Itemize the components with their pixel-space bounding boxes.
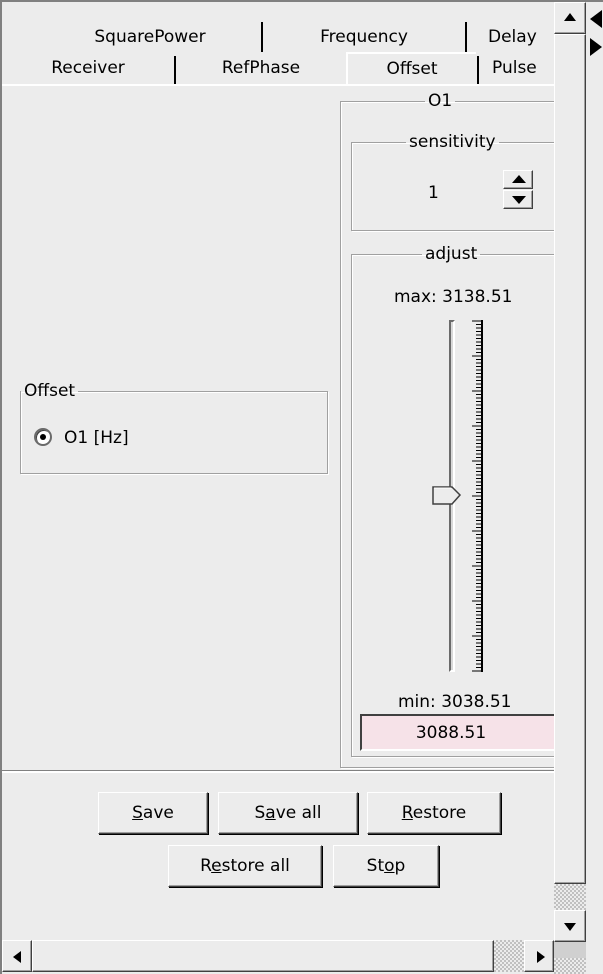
- vertical-scrollbar[interactable]: [554, 2, 586, 958]
- min-readout: min: 3038.51: [398, 692, 512, 712]
- scroll-up-button[interactable]: [554, 2, 586, 34]
- spin-up-icon: [512, 175, 526, 183]
- spin-down-icon: [512, 196, 526, 204]
- sensitivity-group: sensitivity: [351, 133, 571, 231]
- min-value: 3038.51: [441, 692, 512, 712]
- panel-collapse-arrows[interactable]: [590, 6, 603, 66]
- tab-separator: [477, 56, 479, 84]
- scrollbar-corner: [554, 958, 586, 974]
- tab-refphase[interactable]: RefPhase: [178, 52, 344, 84]
- stop-button[interactable]: Stop: [333, 845, 439, 887]
- arrow-up-icon: [564, 13, 576, 21]
- vertical-scroll-trough[interactable]: [554, 884, 586, 910]
- slider-ticks: [472, 320, 483, 672]
- o1-group-title: O1: [428, 91, 453, 111]
- restore-button-label: Restore: [401, 803, 467, 823]
- save-button-label: Save: [132, 803, 174, 823]
- save-all-button[interactable]: Save all: [218, 792, 358, 834]
- arrow-down-icon: [564, 923, 576, 931]
- min-label: min:: [398, 692, 436, 712]
- save-all-button-label: Save all: [254, 803, 322, 823]
- adjust-group-title: adjust: [425, 244, 478, 264]
- horizontal-scrollbar[interactable]: [2, 940, 554, 972]
- tab-separator: [174, 56, 176, 84]
- horizontal-scroll-thumb[interactable]: [32, 940, 494, 972]
- restore-all-button[interactable]: Restore all: [168, 845, 322, 887]
- vertical-scroll-thumb[interactable]: [554, 34, 586, 884]
- tab-receiver[interactable]: Receiver: [4, 52, 172, 84]
- tab-delay[interactable]: Delay: [480, 20, 554, 54]
- save-button[interactable]: Save: [98, 792, 208, 834]
- restore-button[interactable]: Restore: [367, 792, 501, 834]
- spin-up-button[interactable]: [503, 170, 533, 189]
- arrow-left-icon: [13, 951, 21, 963]
- max-value: 3138.51: [442, 287, 513, 307]
- collapse-right-icon: [590, 38, 602, 56]
- tab-squarepower[interactable]: SquarePower: [40, 20, 260, 54]
- spin-down-button[interactable]: [503, 190, 533, 209]
- restore-all-button-label: Restore all: [200, 856, 290, 876]
- sensitivity-value: 1: [428, 183, 439, 203]
- tab-separator: [465, 22, 467, 52]
- window-top-border: [0, 0, 603, 2]
- scroll-down-button[interactable]: [554, 910, 586, 942]
- arrow-right-icon: [537, 951, 545, 963]
- horizontal-scroll-trough[interactable]: [494, 940, 524, 972]
- button-area-divider: [2, 770, 554, 773]
- tab-frequency[interactable]: Frequency: [264, 20, 464, 54]
- o1-radio-button[interactable]: [34, 428, 52, 446]
- o1-radio-label: O1 [Hz]: [64, 428, 129, 448]
- slider-thumb[interactable]: [432, 486, 462, 506]
- collapse-left-icon: [590, 10, 602, 28]
- scroll-left-button[interactable]: [2, 940, 32, 972]
- max-label: max:: [394, 287, 437, 307]
- offset-value-field[interactable]: 3088.51: [360, 714, 560, 751]
- tab-separator: [261, 22, 263, 52]
- sensitivity-group-title: sensitivity: [409, 132, 496, 152]
- scroll-right-button[interactable]: [524, 940, 554, 972]
- stop-button-label: Stop: [366, 856, 406, 876]
- tab-pulse[interactable]: Pulse: [488, 52, 554, 84]
- tab-offset[interactable]: Offset: [346, 52, 476, 84]
- max-readout: max: 3138.51: [394, 287, 512, 307]
- offset-group-title: Offset: [24, 381, 76, 401]
